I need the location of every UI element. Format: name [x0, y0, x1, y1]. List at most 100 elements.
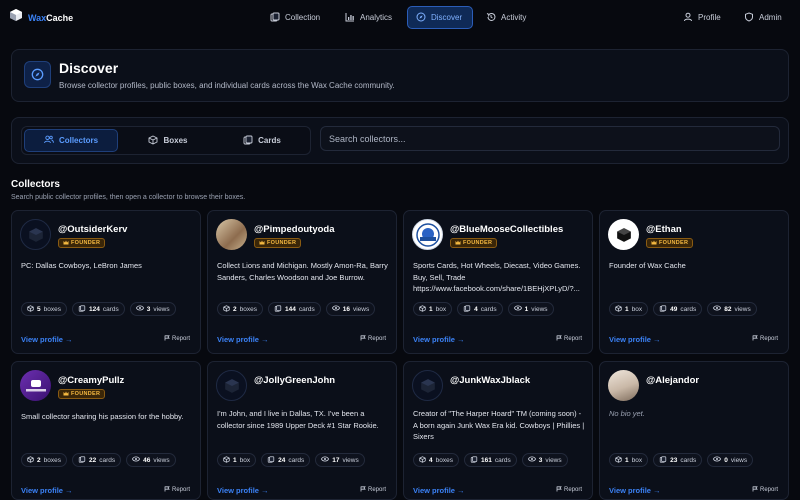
- collector-card-jollygreenjohn[interactable]: @JollyGreenJohn I'm John, and I live in …: [207, 361, 397, 500]
- cards-stack-icon: [78, 455, 86, 465]
- page-title: Discover: [59, 60, 119, 76]
- stat-cards-label: cards: [288, 456, 305, 464]
- founder-badge: FOUNDER: [450, 238, 498, 248]
- founder-badge: FOUNDER: [646, 238, 694, 248]
- avatar[interactable]: [20, 219, 51, 250]
- stat-cards-label: cards: [99, 456, 116, 464]
- collector-username[interactable]: @BlueMooseCollectibles: [450, 224, 563, 235]
- avatar[interactable]: [20, 370, 51, 401]
- section-subtitle: Search public collector profiles, then o…: [11, 194, 246, 201]
- nav-analytics-label: Analytics: [360, 13, 393, 22]
- stat-cards-count: 144: [284, 305, 296, 313]
- collector-card-alejandor[interactable]: @Alejandor No bio yet. 1 box 23 cards 0 vie…: [599, 361, 789, 500]
- tab-collectors[interactable]: Collectors: [24, 129, 118, 152]
- view-profile-link[interactable]: View profile →: [609, 335, 661, 344]
- report-button[interactable]: Report: [164, 335, 190, 343]
- avatar[interactable]: [608, 219, 639, 250]
- stat-cards-label: cards: [494, 456, 511, 464]
- avatar[interactable]: [412, 219, 443, 250]
- collector-bio: No bio yet.: [609, 409, 645, 418]
- tab-boxes[interactable]: Boxes: [121, 129, 215, 152]
- stat-cards-count: 23: [670, 456, 678, 464]
- eye-icon: [132, 456, 141, 464]
- stat-views-count: 3: [538, 456, 543, 464]
- view-profile-link[interactable]: View profile →: [609, 486, 661, 495]
- cards-stack-icon: [78, 304, 86, 314]
- nav-analytics[interactable]: Analytics: [337, 6, 400, 29]
- nav-discover[interactable]: Discover: [407, 6, 473, 29]
- box-icon: [27, 455, 34, 465]
- brand[interactable]: WaxCache: [9, 8, 73, 27]
- avatar[interactable]: [216, 370, 247, 401]
- avatar[interactable]: [412, 370, 443, 401]
- wax-cache-logo-icon: [9, 8, 23, 27]
- bar-chart-icon: [345, 12, 355, 24]
- collector-username[interactable]: @JollyGreenJohn: [254, 375, 335, 386]
- view-profile-link[interactable]: View profile →: [21, 335, 73, 344]
- view-profile-link[interactable]: View profile →: [217, 486, 269, 495]
- collector-username[interactable]: @OutsiderKerv: [58, 224, 127, 235]
- report-button[interactable]: Report: [556, 335, 582, 343]
- collector-bio: Sports Cards, Hot Wheels, Diecast, Video…: [413, 261, 581, 293]
- view-profile-link[interactable]: View profile →: [217, 335, 269, 344]
- report-button[interactable]: Report: [556, 486, 582, 494]
- view-profile-link[interactable]: View profile →: [21, 486, 73, 495]
- box-icon: [615, 455, 622, 465]
- stat-boxes-count: 2: [37, 456, 41, 464]
- collector-card-pimpedoutyoda[interactable]: @Pimpedoutyoda FOUNDER Collect Lions and…: [207, 210, 397, 354]
- collector-username[interactable]: @Pimpedoutyoda: [254, 224, 335, 235]
- stat-cards-label: cards: [102, 305, 119, 313]
- crown-icon: [63, 240, 69, 247]
- top-nav: WaxCache Collection Analytics Discover A…: [0, 0, 800, 36]
- collector-card-outsiderkerv[interactable]: @OutsiderKerv FOUNDER PC: Dallas Cowboys…: [11, 210, 201, 354]
- report-button[interactable]: Report: [360, 335, 386, 343]
- collector-username[interactable]: @Alejandor: [646, 375, 699, 386]
- collector-card-bluemoosecollectibles[interactable]: @BlueMooseCollectibles FOUNDER Sports Ca…: [403, 210, 593, 354]
- stat-cards: 4 cards: [457, 302, 503, 316]
- stat-boxes-count: 1: [429, 305, 433, 313]
- stat-views-count: 17: [332, 456, 340, 464]
- collector-card-junkwaxjblack[interactable]: @JunkWaxJblack Creator of "The Harper Ho…: [403, 361, 593, 500]
- tab-cards-label: Cards: [258, 136, 281, 145]
- view-profile-link[interactable]: View profile →: [413, 486, 465, 495]
- view-profile-link[interactable]: View profile →: [413, 335, 465, 344]
- nav-collection-label: Collection: [285, 13, 321, 22]
- stat-boxes-label: box: [239, 456, 251, 464]
- collector-username[interactable]: @JunkWaxJblack: [450, 375, 530, 386]
- report-button[interactable]: Report: [752, 335, 778, 343]
- collector-username[interactable]: @CreamyPullz: [58, 375, 124, 386]
- nav-admin[interactable]: Admin: [736, 6, 790, 29]
- report-button[interactable]: Report: [164, 486, 190, 494]
- stat-boxes: 2 boxes: [21, 453, 67, 467]
- stat-cards: 22 cards: [71, 453, 122, 467]
- stat-views: 1 views: [507, 302, 554, 316]
- stat-views-label: views: [545, 456, 562, 464]
- nav-activity[interactable]: Activity: [478, 6, 534, 29]
- stat-cards: 49 cards: [653, 302, 703, 316]
- report-button[interactable]: Report: [360, 486, 386, 494]
- stat-boxes-count: 1: [625, 305, 629, 313]
- nav-collection[interactable]: Collection: [262, 6, 328, 29]
- stat-boxes-label: box: [631, 456, 643, 464]
- collector-bio: Small collector sharing his passion for …: [21, 412, 184, 421]
- collector-username[interactable]: @Ethan: [646, 224, 682, 235]
- search-input[interactable]: [320, 126, 780, 151]
- stat-boxes-count: 5: [37, 305, 41, 313]
- report-button[interactable]: Report: [752, 486, 778, 494]
- report-label: Report: [759, 487, 778, 493]
- nav-profile[interactable]: Profile: [675, 6, 729, 29]
- avatar[interactable]: [216, 219, 247, 250]
- stat-cards-count: 49: [670, 305, 678, 313]
- collector-card-creamypullz[interactable]: @CreamyPullz FOUNDER Small collector sha…: [11, 361, 201, 500]
- stat-boxes-label: box: [631, 305, 643, 313]
- stat-cards-count: 22: [88, 456, 97, 464]
- flag-icon: [556, 486, 562, 494]
- stat-views: 0 views: [707, 453, 754, 467]
- history-icon: [486, 12, 496, 24]
- tab-cards[interactable]: Cards: [215, 129, 309, 152]
- collector-card-ethan[interactable]: @Ethan FOUNDER Founder of Wax Cache 1 box…: [599, 210, 789, 354]
- stat-views: 3 views: [521, 453, 568, 467]
- box-icon: [148, 134, 158, 147]
- avatar[interactable]: [608, 370, 639, 401]
- cards-stack-icon: [243, 135, 253, 147]
